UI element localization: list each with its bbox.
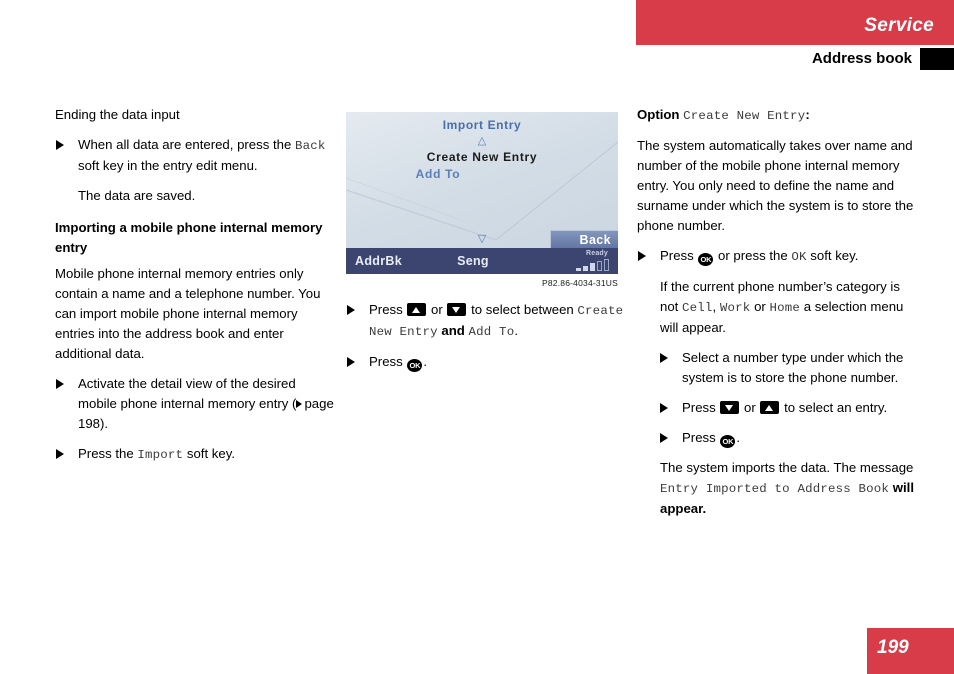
bullet-triangle-icon — [660, 353, 668, 363]
list-item: When all data are entered, press the Bac… — [55, 135, 336, 176]
category-name-cell: Cell — [682, 301, 713, 315]
option-colon: : — [805, 107, 810, 122]
ok-key-icon: OK — [698, 253, 714, 266]
ok-key-icon: OK — [720, 435, 736, 448]
figure-caption: P82.86-4034-31US — [542, 278, 618, 288]
bullet-triangle-icon — [56, 140, 64, 150]
bullet-text-part: or — [740, 400, 760, 415]
ok-key-icon: OK — [407, 359, 423, 372]
device-screenshot: Import Entry △ Create New Entry Add To ▽… — [346, 112, 618, 274]
category-name-work: Work — [719, 301, 751, 315]
bullet-triangle-icon — [660, 433, 668, 443]
bullet-text-part: Activate the detail view of the desired … — [78, 376, 297, 411]
bullet-text: Select a number type under which the sys… — [682, 350, 904, 385]
bullet-text-part: Press — [369, 354, 407, 369]
softkey-name: Import — [137, 448, 184, 462]
left-paragraph: Mobile phone internal memory entries onl… — [55, 266, 321, 361]
chapter-title: Service — [864, 15, 934, 36]
bullet-text-part: or — [427, 302, 447, 317]
bullet-text-part: Press — [369, 302, 407, 317]
list-item: Press OK or press the OK soft key. — [637, 246, 918, 267]
right-paragraph-1: The system automatically takes over name… — [637, 138, 914, 233]
softkey-back-button[interactable]: Back — [550, 230, 618, 249]
bullet-triangle-icon — [347, 357, 355, 367]
left-column: Ending the data input When all data are … — [55, 105, 336, 475]
right-column: Option Create New Entry: The system auto… — [637, 105, 918, 529]
list-item: Activate the detail view of the desired … — [55, 374, 336, 434]
device-status-bar: AddrBk Seng Ready — [346, 248, 618, 274]
status-ready-label: Ready — [585, 250, 608, 257]
paragraph-text-part: , — [712, 299, 720, 314]
option-heading: Option Create New Entry: — [637, 105, 918, 126]
note-text: The data are saved. — [78, 188, 196, 203]
bullet-text-part: soft key. — [183, 446, 235, 461]
bullet-text-part: Press — [682, 430, 720, 445]
up-arrow-key-icon — [760, 401, 780, 414]
option-name: Create New Entry — [683, 109, 806, 123]
menu-item-create-new-entry[interactable]: Create New Entry — [346, 150, 618, 164]
paragraph-text-part: or — [750, 299, 770, 314]
softkey-name: OK — [791, 250, 807, 264]
bullet-text-part: to select between — [467, 302, 578, 317]
bullet-triangle-icon — [56, 449, 64, 459]
scroll-up-icon: △ — [477, 135, 487, 147]
bullet-text-part: When all data are entered, press the — [78, 137, 295, 152]
bullet-text-part: or press the — [714, 248, 792, 263]
menu-item-add-to[interactable]: Add To — [346, 167, 618, 181]
option-label: Option — [637, 107, 684, 122]
section-tab-marker — [920, 48, 954, 70]
bullet-text-part: soft key. — [806, 248, 859, 263]
bullet-text-part: to select an entry. — [780, 400, 888, 415]
page-reference-icon — [296, 400, 303, 408]
bullet-text-part: . — [423, 354, 428, 369]
list-item: Press or to select an entry. — [637, 398, 918, 418]
right-paragraph-2: If the current phone number’s category i… — [637, 277, 918, 338]
bullet-text-part: and — [437, 323, 469, 338]
screen-title: Import Entry — [442, 118, 522, 132]
system-message-text: Entry Imported to Address Book — [660, 482, 890, 496]
left-heading: Ending the data input — [55, 107, 180, 122]
bullet-triangle-icon — [56, 379, 64, 389]
list-item: Press OK. — [346, 352, 627, 372]
bullet-text-part: Press the — [78, 446, 138, 461]
bullet-text-part: Press — [660, 248, 698, 263]
section-title: Address book — [811, 50, 912, 67]
page-number: 199 — [877, 637, 909, 658]
bullet-text-part: . — [736, 430, 741, 445]
middle-column: Press or to select between Create New En… — [346, 300, 627, 382]
category-name-home: Home — [769, 301, 801, 315]
list-item: Press the Import soft key. — [55, 444, 336, 465]
right-paragraph-3: The system imports the data. The message… — [637, 458, 918, 519]
up-arrow-key-icon — [407, 303, 427, 316]
bullet-text-part: . — [514, 323, 519, 338]
list-item: Press or to select between Create New En… — [346, 300, 627, 342]
bullet-triangle-icon — [638, 251, 646, 261]
manual-page: Service Address book Ending the data inp… — [0, 0, 954, 674]
bullet-triangle-icon — [660, 403, 668, 413]
bullet-text-part: Press — [682, 400, 720, 415]
down-arrow-key-icon — [447, 303, 467, 316]
menu-option-name: Add To — [468, 325, 515, 339]
bullet-text-part: ). — [100, 416, 109, 431]
softkey-name: Back — [295, 139, 326, 153]
list-item: Press OK. — [637, 428, 918, 448]
list-item: Select a number type under which the sys… — [637, 348, 918, 388]
down-arrow-key-icon — [720, 401, 740, 414]
left-subheading: Importing a mobile phone internal memory… — [55, 220, 323, 255]
bullet-text-part: soft key in the entry edit menu. — [78, 158, 258, 173]
paragraph-text-part: The system imports the data. The message — [660, 460, 914, 475]
signal-strength-icon — [576, 259, 609, 271]
bullet-triangle-icon — [347, 305, 355, 315]
